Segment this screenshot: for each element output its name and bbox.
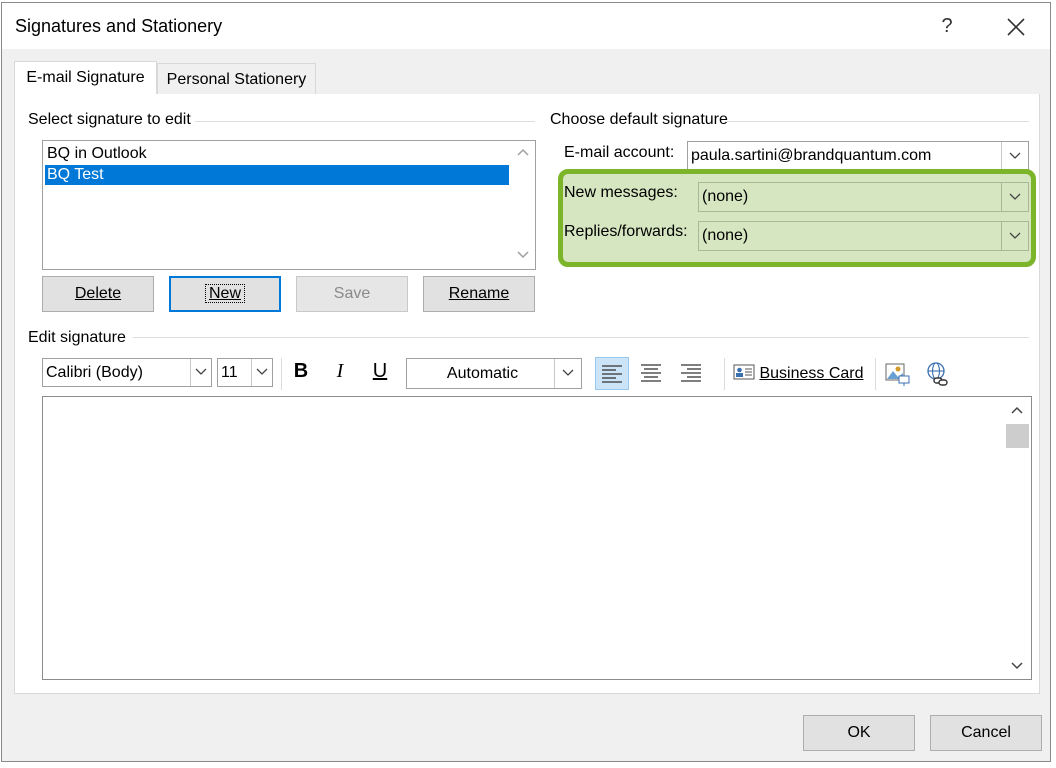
delete-button[interactable]: Delete <box>42 276 154 312</box>
editor-scrollbar[interactable] <box>1004 397 1031 679</box>
font-size-value: 11 <box>221 364 238 381</box>
align-center-button[interactable] <box>635 357 669 390</box>
insert-picture-button[interactable] <box>883 360 913 388</box>
scroll-up-icon[interactable] <box>516 146 530 160</box>
edit-signature-separator <box>133 337 1029 338</box>
list-item[interactable]: BQ Test <box>45 165 509 185</box>
replies-forwards-label: Replies/forwards: <box>564 223 688 240</box>
signatures-dialog: Signatures and Stationery ? E-mail Signa… <box>1 2 1051 762</box>
scroll-down-icon[interactable] <box>516 249 530 263</box>
cancel-button-label: Cancel <box>961 724 1011 741</box>
cancel-button[interactable]: Cancel <box>930 715 1042 751</box>
chevron-down-icon <box>1001 222 1028 250</box>
scroll-up-icon[interactable] <box>1010 405 1024 415</box>
list-item[interactable]: BQ in Outlook <box>45 144 509 164</box>
new-messages-select[interactable]: (none) <box>698 182 1029 212</box>
new-messages-label: New messages: <box>564 184 678 201</box>
new-messages-value: (none) <box>702 188 749 205</box>
align-right-icon <box>681 364 701 382</box>
insert-hyperlink-icon <box>927 362 948 386</box>
font-color-value: Automatic <box>446 365 519 382</box>
replies-forwards-select[interactable]: (none) <box>698 221 1029 251</box>
tab-email-signature-label: E-mail Signature <box>26 69 145 86</box>
dialog-title: Signatures and Stationery <box>15 16 223 36</box>
font-color-select[interactable]: Automatic <box>406 358 582 389</box>
toolbar-separator <box>875 358 876 390</box>
align-center-icon <box>641 364 661 382</box>
toolbar-separator <box>281 358 282 390</box>
chevron-down-icon <box>190 359 211 386</box>
chevron-down-icon <box>1001 183 1028 211</box>
chevron-down-icon <box>1001 142 1028 170</box>
tab-email-signature[interactable]: E-mail Signature <box>14 61 157 96</box>
align-right-button[interactable] <box>675 357 709 390</box>
select-signature-label: Select signature to edit <box>28 111 191 128</box>
replies-forwards-value: (none) <box>702 227 749 244</box>
save-button-label: Save <box>333 285 371 302</box>
rename-button-label: Rename <box>448 285 510 302</box>
tab-personal-stationery-label: Personal Stationery <box>166 71 307 88</box>
bold-button[interactable]: B <box>288 360 314 388</box>
email-account-label: E-mail account: <box>564 144 675 161</box>
new-button-label: New <box>204 284 246 303</box>
underline-button[interactable]: U <box>367 360 393 388</box>
new-button[interactable]: New <box>169 276 281 312</box>
edit-signature-label: Edit signature <box>28 329 126 346</box>
default-signature-label: Choose default signature <box>550 111 728 128</box>
email-account-value: paula.sartini@brandquantum.com <box>691 147 932 164</box>
ok-button[interactable]: OK <box>803 715 915 751</box>
font-value: Calibri (Body) <box>46 364 143 381</box>
scroll-thumb[interactable] <box>1006 424 1029 448</box>
business-card-button[interactable]: Business Card <box>733 360 869 388</box>
tab-panel: Select signature to edit BQ in Outlook B… <box>14 94 1040 694</box>
title-bar: Signatures and Stationery ? <box>2 3 1050 49</box>
save-button[interactable]: Save <box>296 276 408 312</box>
chevron-down-icon <box>251 359 272 386</box>
signature-listbox[interactable]: BQ in Outlook BQ Test <box>42 140 536 270</box>
rename-button[interactable]: Rename <box>423 276 535 312</box>
font-select[interactable]: Calibri (Body) <box>42 358 212 387</box>
align-left-button[interactable] <box>595 357 629 390</box>
business-card-label: Business Card <box>759 365 864 382</box>
close-icon <box>1007 18 1025 36</box>
insert-hyperlink-button[interactable] <box>923 360 953 388</box>
font-size-select[interactable]: 11 <box>217 358 273 387</box>
help-button[interactable]: ? <box>932 15 962 41</box>
scroll-down-icon[interactable] <box>1010 661 1024 671</box>
select-signature-separator <box>195 121 535 122</box>
signature-editor[interactable] <box>42 396 1032 680</box>
align-left-icon <box>602 365 622 383</box>
delete-button-label: Delete <box>74 285 122 302</box>
italic-button[interactable]: I <box>327 360 353 388</box>
default-signature-separator <box>727 121 1029 122</box>
chevron-down-icon <box>554 359 581 388</box>
close-button[interactable] <box>998 14 1034 42</box>
tab-personal-stationery[interactable]: Personal Stationery <box>157 63 316 95</box>
insert-picture-icon <box>885 363 910 386</box>
toolbar-separator <box>724 358 725 390</box>
ok-button-label: OK <box>847 724 871 741</box>
email-account-select[interactable]: paula.sartini@brandquantum.com <box>687 141 1029 171</box>
business-card-icon <box>733 364 755 380</box>
